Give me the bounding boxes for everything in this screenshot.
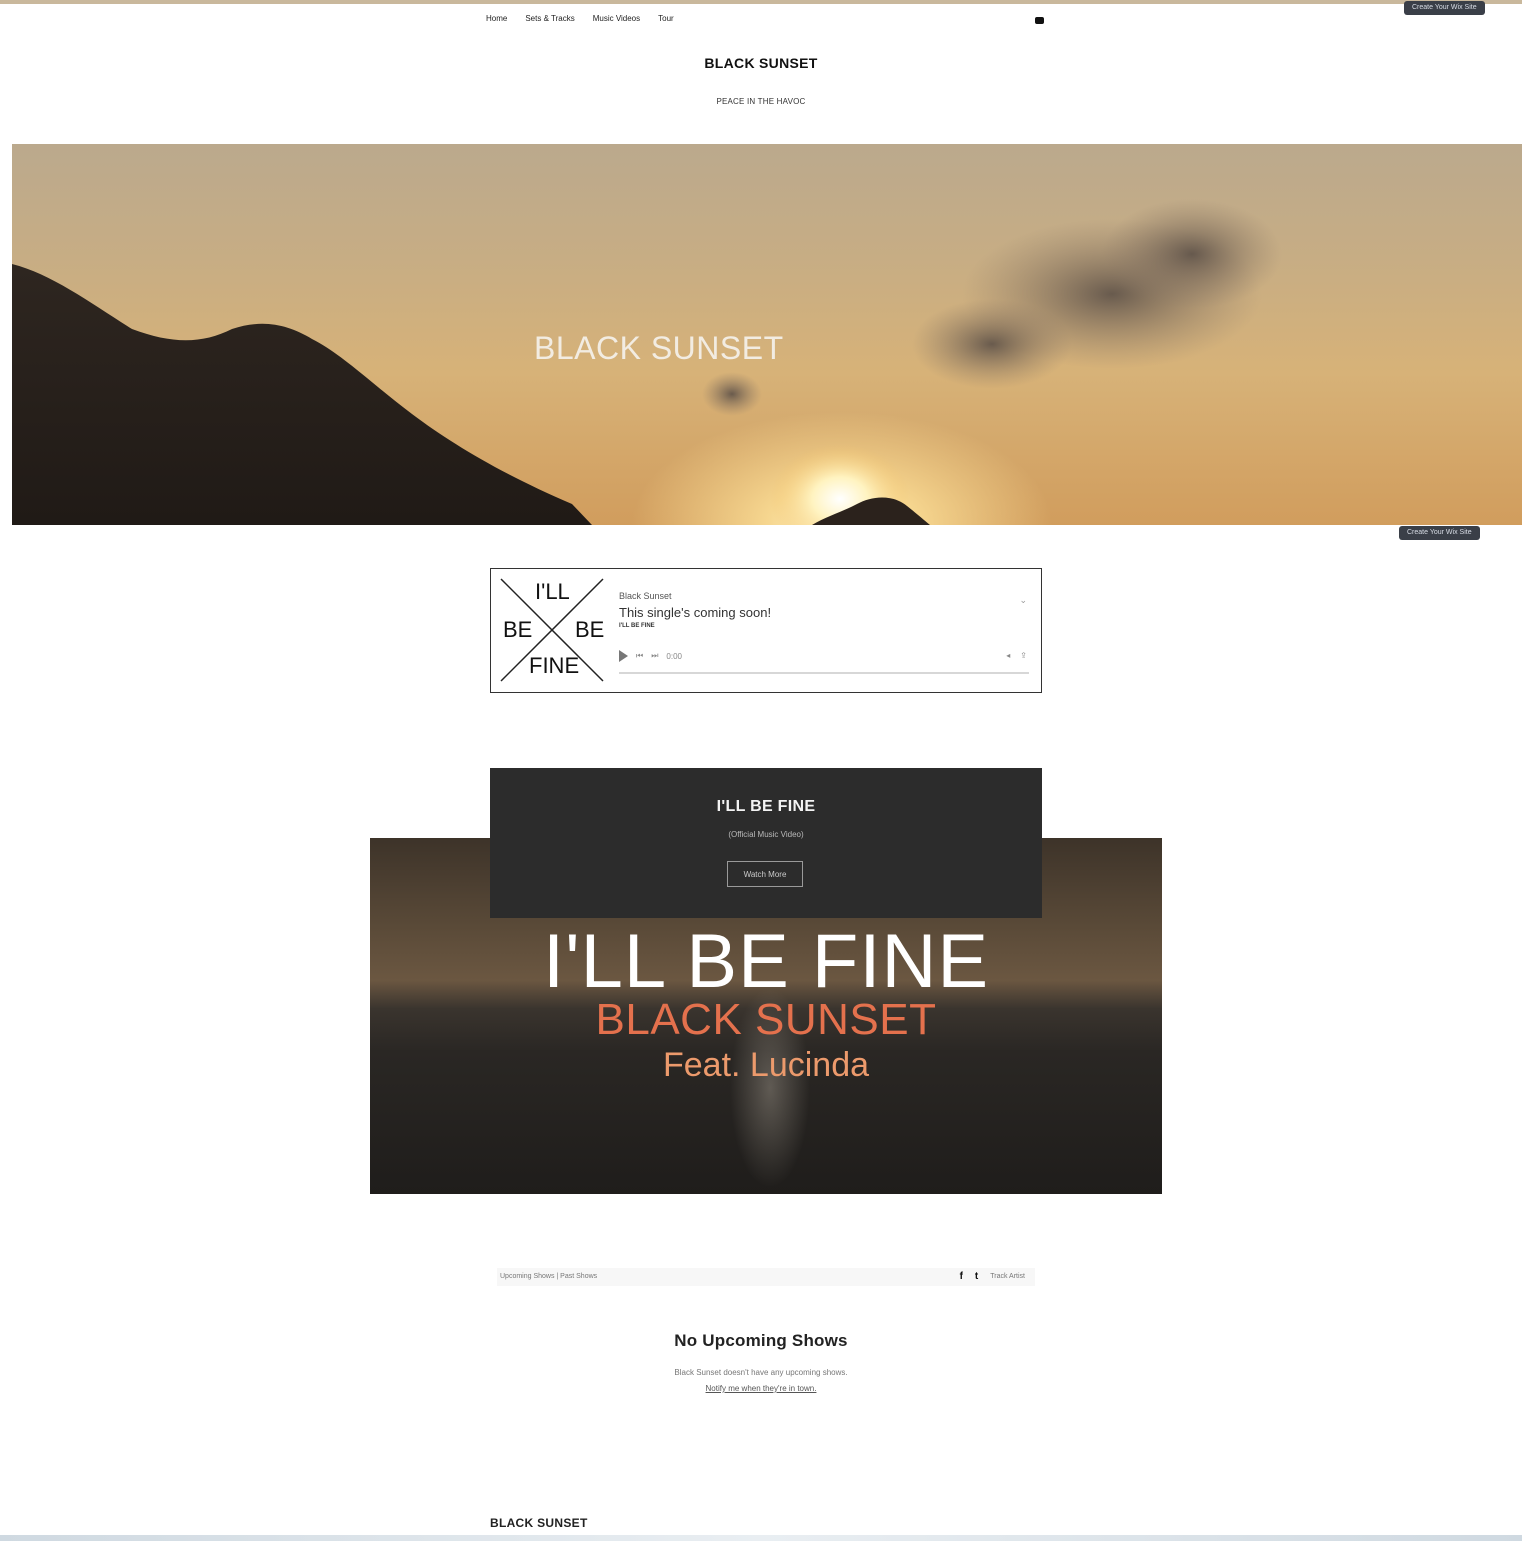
cover-text-right: BE bbox=[575, 617, 605, 642]
create-site-button[interactable]: Create Your Wix Site bbox=[1404, 1, 1485, 15]
nav-item-home[interactable]: Home bbox=[486, 14, 507, 23]
video-title: I'LL BE FINE bbox=[716, 798, 816, 815]
next-icon[interactable]: ⏭ bbox=[651, 651, 658, 661]
player-controls: ⏮ ⏭ 0:00 bbox=[619, 650, 682, 662]
no-shows-text: Black Sunset doesn't have any upcoming s… bbox=[674, 1368, 848, 1377]
player-extra-controls: ◂ ⇪ bbox=[1006, 651, 1027, 660]
nav-item-sets-tracks[interactable]: Sets & Tracks bbox=[525, 14, 574, 23]
cover-text-bottom: FINE bbox=[529, 653, 580, 678]
top-edge bbox=[0, 0, 1522, 4]
player-artist[interactable]: Black Sunset bbox=[619, 591, 672, 601]
nav-item-music-videos[interactable]: Music Videos bbox=[593, 14, 640, 23]
notify-me-link[interactable]: Notify me when they're in town. bbox=[0, 1384, 1522, 1393]
cover-text-top: I'LL bbox=[535, 579, 570, 604]
player-status: This single's coming soon! bbox=[619, 605, 772, 620]
watch-more-button[interactable]: Watch More bbox=[727, 861, 803, 887]
video-subtitle: (Official Music Video) bbox=[728, 830, 804, 839]
previous-icon[interactable]: ⏮ bbox=[636, 651, 643, 661]
track-artist-link[interactable]: Track Artist bbox=[990, 1273, 1025, 1280]
volume-icon[interactable]: ◂ bbox=[1006, 651, 1010, 660]
shows-social: f t Track Artist bbox=[960, 1271, 1025, 1282]
create-site-button-bottom[interactable]: Create Your Wix Site bbox=[1399, 526, 1480, 540]
audio-player: I'LL BE BE FINE Black Sunset This single… bbox=[490, 568, 1042, 693]
video-frame-feat: Feat. Lucinda bbox=[662, 1046, 870, 1084]
shows-toolbar: Upcoming Shows | Past Shows f t Track Ar… bbox=[497, 1268, 1035, 1286]
site-tagline: PEACE IN THE HAVOC bbox=[716, 97, 806, 106]
video-frame-title: I'LL BE FINE bbox=[542, 919, 990, 1004]
cart-icon[interactable] bbox=[1035, 17, 1044, 24]
player-track-title: I'LL BE FINE bbox=[619, 623, 655, 629]
album-cover: I'LL BE BE FINE bbox=[497, 575, 607, 685]
hero-title: BLACK SUNSET bbox=[534, 330, 784, 366]
share-icon[interactable]: ⇪ bbox=[1020, 651, 1027, 660]
bottom-edge bbox=[0, 1535, 1522, 1541]
video-info-box: I'LL BE FINE (Official Music Video) Watc… bbox=[490, 768, 1042, 918]
hero-banner: BLACK SUNSET bbox=[12, 144, 1522, 525]
player-time: 0:00 bbox=[666, 651, 682, 661]
main-nav: Home Sets & Tracks Music Videos Tour bbox=[486, 14, 674, 23]
player-progress-bar[interactable] bbox=[619, 672, 1029, 674]
play-icon[interactable] bbox=[619, 650, 628, 662]
shows-tabs[interactable]: Upcoming Shows | Past Shows bbox=[500, 1273, 597, 1280]
close-icon[interactable]: ⌄ bbox=[1019, 595, 1027, 606]
twitter-icon[interactable]: t bbox=[975, 1271, 978, 1282]
cover-text-left: BE bbox=[503, 617, 533, 642]
facebook-icon[interactable]: f bbox=[960, 1271, 963, 1282]
nav-item-tour[interactable]: Tour bbox=[658, 14, 674, 23]
site-title[interactable]: BLACK SUNSET bbox=[0, 55, 1522, 71]
no-shows-title: No Upcoming Shows bbox=[674, 1331, 848, 1350]
video-frame-artist: BLACK SUNSET bbox=[595, 995, 937, 1044]
footer-title: BLACK SUNSET bbox=[490, 1516, 588, 1530]
